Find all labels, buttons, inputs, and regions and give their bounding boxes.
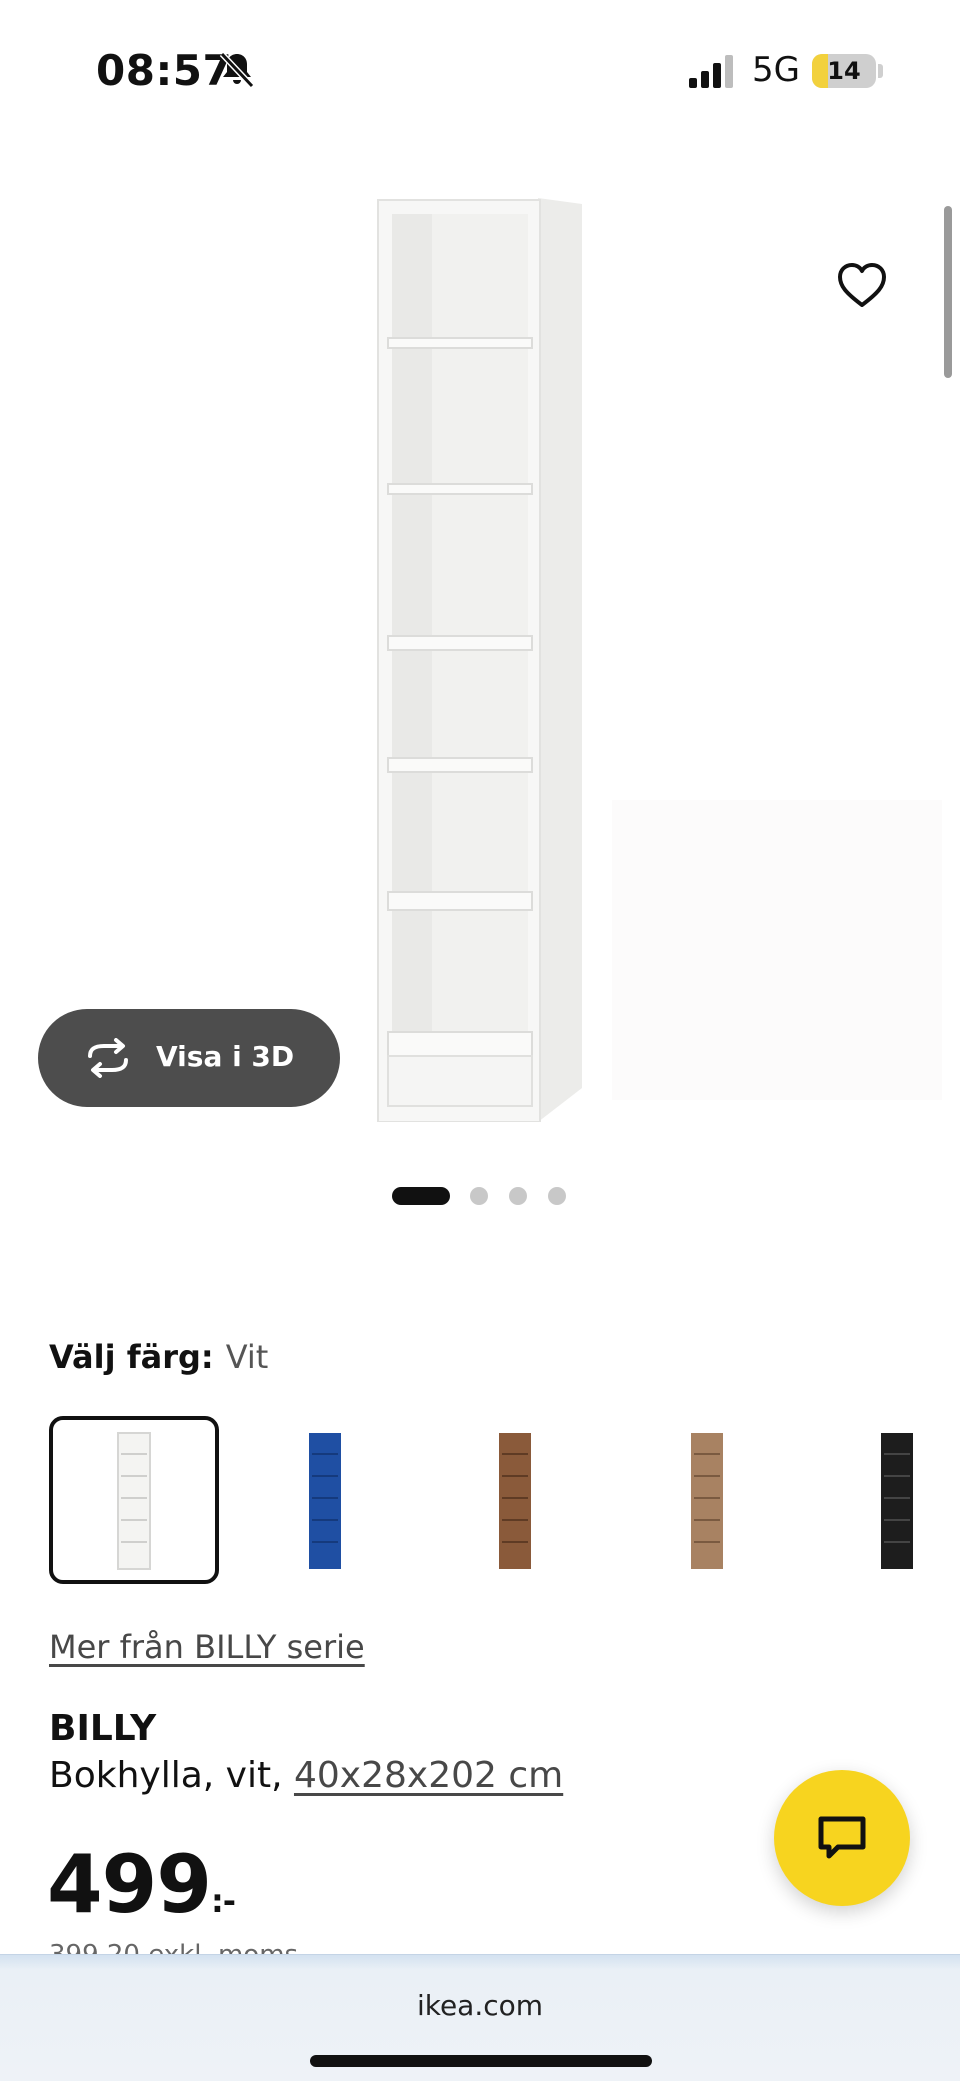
status-time: 08:57 xyxy=(96,46,233,95)
scrollbar-thumb[interactable] xyxy=(944,206,952,378)
chat-button[interactable] xyxy=(774,1770,910,1906)
selected-color: Vit xyxy=(225,1338,269,1376)
rotate-3d-icon xyxy=(88,1038,128,1078)
view-3d-button[interactable]: Visa i 3D xyxy=(38,1009,340,1107)
color-swatch-bla[interactable] xyxy=(240,1416,410,1584)
product-gallery[interactable]: Visa i 3D xyxy=(0,140,960,1220)
bookcase-thumbnail-black xyxy=(881,1433,913,1569)
product-price: 499:- xyxy=(47,1838,236,1931)
color-selector-label: Välj färg: Vit xyxy=(49,1338,268,1376)
bookcase-image xyxy=(377,198,582,1122)
view-3d-label: Visa i 3D xyxy=(156,1040,295,1073)
product-name: BILLY xyxy=(49,1708,157,1749)
image-backdrop xyxy=(612,800,942,1100)
battery-icon: 14 xyxy=(812,54,876,88)
series-link[interactable]: Mer från BILLY serie xyxy=(49,1628,365,1666)
carousel-dot-active[interactable] xyxy=(392,1187,450,1205)
carousel-dot[interactable] xyxy=(548,1187,566,1205)
signal-icon xyxy=(689,55,733,88)
bookcase-thumbnail-brown xyxy=(499,1433,531,1569)
color-swatch-svart[interactable] xyxy=(810,1416,960,1584)
bookcase-thumbnail-white xyxy=(117,1432,151,1570)
color-swatch-brun[interactable] xyxy=(430,1416,600,1584)
bell-muted-icon xyxy=(219,51,255,89)
product-type: Bokhylla, vit, xyxy=(49,1755,283,1796)
browser-address-bar[interactable]: ikea.com xyxy=(0,1954,960,2081)
chat-bubble-icon xyxy=(818,1816,866,1859)
battery-nub xyxy=(878,64,883,78)
price-value: 499 xyxy=(47,1838,212,1931)
bookcase-thumbnail-oak xyxy=(691,1433,723,1569)
url-text[interactable]: ikea.com xyxy=(0,1989,960,2022)
product-description: Bokhylla, vit, 40x28x202 cm xyxy=(49,1755,563,1796)
battery-percent: 14 xyxy=(827,57,861,85)
color-swatch-vit[interactable] xyxy=(49,1416,219,1584)
status-bar: 08:57 5G 14 xyxy=(0,0,960,140)
price-suffix: :- xyxy=(211,1882,236,1920)
bookcase-thumbnail-blue xyxy=(309,1433,341,1569)
carousel-dot[interactable] xyxy=(470,1187,488,1205)
carousel-indicator xyxy=(390,1185,590,1205)
color-label-title: Välj färg: xyxy=(49,1338,214,1376)
network-type: 5G xyxy=(752,50,800,90)
color-swatch-ek[interactable] xyxy=(620,1416,790,1584)
carousel-dot[interactable] xyxy=(509,1187,527,1205)
product-dimensions-link[interactable]: 40x28x202 cm xyxy=(294,1755,563,1796)
heart-icon[interactable] xyxy=(834,258,890,314)
home-indicator[interactable] xyxy=(310,2055,652,2067)
